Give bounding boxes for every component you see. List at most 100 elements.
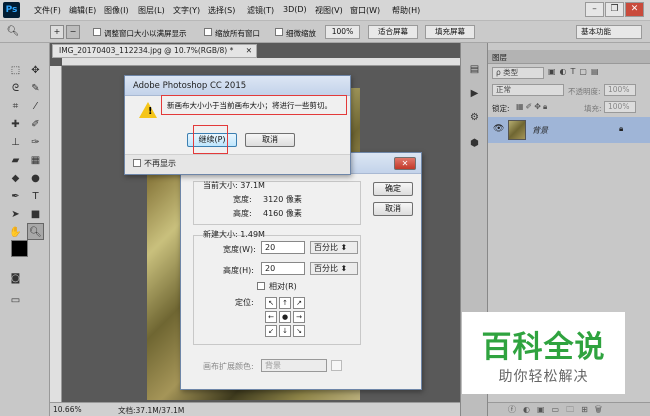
anchor-top[interactable]: ↑ <box>279 297 291 309</box>
layer-kind-filter[interactable]: ρ 类型 <box>492 67 544 79</box>
zoom-out-icon[interactable]: − <box>66 25 80 39</box>
layers-footer-icons[interactable]: ⓕ◐▣▭🗀⊞🗑 <box>488 402 650 416</box>
workspace-selector[interactable]: 基本功能 <box>576 25 642 39</box>
vertical-ruler <box>50 66 62 402</box>
dialog-close-button[interactable]: ✕ <box>394 157 416 170</box>
anchor-left[interactable]: ← <box>265 311 277 323</box>
new-width-input[interactable]: 20 <box>261 241 305 254</box>
zoom-in-icon[interactable]: + <box>50 25 64 39</box>
dont-show-checkbox[interactable] <box>133 159 141 167</box>
anchor-label: 定位: <box>235 298 254 307</box>
zoom-tool-icon[interactable]: 🔍︎ <box>27 223 44 240</box>
layer-thumbnail <box>508 120 526 140</box>
width-unit-select[interactable]: 百分比 ⬍ <box>310 241 358 254</box>
eraser-tool-icon[interactable]: ▰ <box>7 152 24 169</box>
lock-icons[interactable]: ▦✐✥🔒︎ <box>516 102 549 112</box>
menu-image[interactable]: 图像(I) <box>104 5 129 16</box>
relative-checkbox[interactable] <box>257 282 265 290</box>
adjust-panel-icon[interactable]: ⚙ <box>466 109 483 126</box>
anchor-center[interactable]: ● <box>279 311 291 323</box>
filter-icons[interactable]: ▣◐T▢▤ <box>548 67 644 79</box>
healing-brush-tool-icon[interactable]: ✚ <box>7 116 24 133</box>
quick-mask-icon[interactable]: ◙ <box>7 270 24 287</box>
layer-row-background[interactable]: 👁︎ 背景 🔒︎ <box>488 117 650 143</box>
screen-mode-icon[interactable]: ▭ <box>7 292 24 309</box>
clone-stamp-tool-icon[interactable]: ⊥ <box>7 134 24 151</box>
lock-label: 锁定: <box>492 104 510 113</box>
rectangle-tool-icon[interactable]: ■ <box>27 206 44 223</box>
alert-titlebar: Adobe Photoshop CC 2015 <box>125 76 350 96</box>
menu-help[interactable]: 帮助(H) <box>392 5 420 16</box>
move-tool-icon[interactable]: ✥ <box>27 62 44 79</box>
opacity-input[interactable]: 100% <box>604 84 636 96</box>
pen-tool-icon[interactable]: ✒ <box>7 188 24 205</box>
visibility-eye-icon[interactable]: 👁︎ <box>493 124 504 134</box>
zoom-tool-preset-icon[interactable]: 🔍︎ <box>6 25 20 39</box>
anchor-top-left[interactable]: ↖ <box>265 297 277 309</box>
fill-screen-button[interactable]: 填充屏幕 <box>425 25 475 39</box>
anchor-bottom-left[interactable]: ↙ <box>265 325 277 337</box>
fill-label: 填充: <box>584 104 602 113</box>
foreground-color-swatch[interactable] <box>11 240 28 257</box>
close-window-button[interactable]: ✕ <box>625 2 644 17</box>
layer-name[interactable]: 背景 <box>532 125 548 136</box>
quick-select-tool-icon[interactable]: ✎ <box>27 80 44 97</box>
minimize-button[interactable]: – <box>585 2 604 17</box>
crop-tool-icon[interactable]: ⌗ <box>7 98 24 115</box>
restore-button[interactable]: ❐ <box>605 2 624 17</box>
menu-filter[interactable]: 滤镜(T) <box>247 5 274 16</box>
ok-button[interactable]: 确定 <box>373 182 413 196</box>
menu-type[interactable]: 文字(Y) <box>173 5 200 16</box>
history-panel-icon[interactable]: ▤ <box>466 61 483 78</box>
watermark-title: 百科全说 <box>481 330 606 365</box>
new-height-input[interactable]: 20 <box>261 262 305 275</box>
gradient-tool-icon[interactable]: ▦ <box>27 152 44 169</box>
watermark-subtitle: 助你轻松解决 <box>498 369 589 385</box>
menu-window[interactable]: 窗口(W) <box>350 5 380 16</box>
layers-tab[interactable]: 图层 <box>492 52 507 64</box>
actions-play-icon[interactable]: ▶ <box>466 85 483 102</box>
zoom-level[interactable]: 10.66% <box>53 405 82 414</box>
menu-select[interactable]: 选择(S) <box>208 5 235 16</box>
blend-mode-select[interactable]: 正常 <box>492 84 564 96</box>
path-select-tool-icon[interactable]: ➤ <box>7 206 24 223</box>
current-width-label: 宽度: <box>233 195 252 204</box>
ext-color-select[interactable]: 背景 <box>261 359 327 372</box>
lasso-tool-icon[interactable]: ᘓ <box>7 80 24 97</box>
height-unit-value: 百分比 <box>314 264 338 273</box>
eyedropper-tool-icon[interactable]: ⁄ <box>27 98 44 115</box>
alert-cancel-button[interactable]: 取消 <box>245 133 295 147</box>
new-size-label: 新建大小: 1.49M <box>203 230 265 239</box>
fill-input[interactable]: 100% <box>604 101 636 113</box>
hand-tool-icon[interactable]: ✋ <box>7 224 24 241</box>
fit-screen-button[interactable]: 适合屏幕 <box>368 25 418 39</box>
height-unit-select[interactable]: 百分比 ⬍ <box>310 262 358 275</box>
brush-tool-icon[interactable]: ✐ <box>27 116 44 133</box>
scrubby-zoom-checkbox[interactable] <box>275 28 283 36</box>
menu-edit[interactable]: 编辑(E) <box>69 5 96 16</box>
ext-color-swatch[interactable] <box>331 360 342 371</box>
resize-windows-checkbox[interactable] <box>93 28 101 36</box>
marquee-tool-icon[interactable]: ⬚ <box>7 62 24 79</box>
type-tool-icon[interactable]: T <box>27 188 44 205</box>
anchor-right[interactable]: → <box>293 311 305 323</box>
menu-3d[interactable]: 3D(D) <box>283 5 307 14</box>
menu-view[interactable]: 视图(V) <box>315 5 343 16</box>
menu-layer[interactable]: 图层(L) <box>138 5 165 16</box>
layers-panel-header <box>488 50 650 64</box>
anchor-bottom[interactable]: ↓ <box>279 325 291 337</box>
zoom-100-button[interactable]: 100% <box>325 25 360 39</box>
dodge-tool-icon[interactable]: ● <box>27 170 44 187</box>
anchor-top-right[interactable]: ↗ <box>293 297 305 309</box>
document-tab[interactable]: IMG_20170403_112234.jpg @ 10.7%(RGB/8) *… <box>52 44 257 58</box>
blur-tool-icon[interactable]: ◆ <box>7 170 24 187</box>
tab-close-icon[interactable]: ✕ <box>246 45 252 57</box>
canvas-cancel-button[interactable]: 取消 <box>373 202 413 216</box>
anchor-bottom-right[interactable]: ↘ <box>293 325 305 337</box>
menu-file[interactable]: 文件(F) <box>34 5 61 16</box>
document-title: IMG_20170403_112234.jpg @ 10.7%(RGB/8) * <box>59 46 234 55</box>
current-width-value: 3120 像素 <box>263 195 302 204</box>
zoom-all-checkbox[interactable] <box>204 28 212 36</box>
3d-panel-icon[interactable]: ⬢ <box>466 135 483 152</box>
history-brush-tool-icon[interactable]: ✑ <box>27 134 44 151</box>
